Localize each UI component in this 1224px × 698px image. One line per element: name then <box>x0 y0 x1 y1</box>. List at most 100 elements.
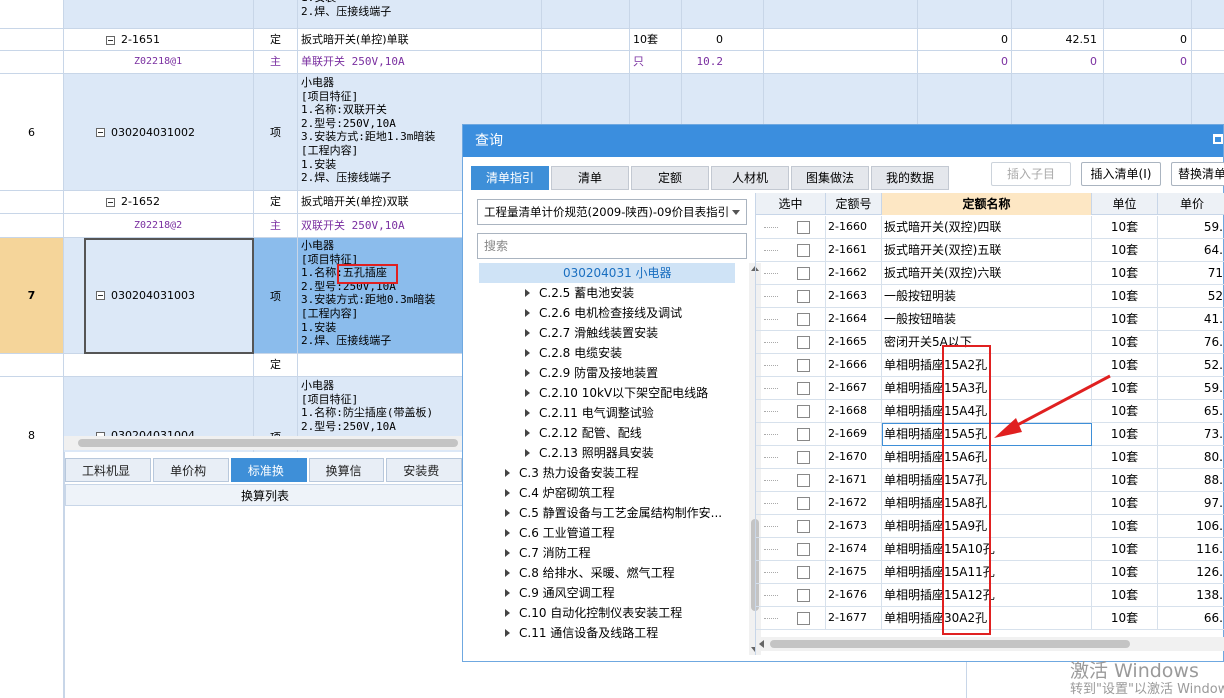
tab-install-fee[interactable]: 安装费用 <box>386 458 463 502</box>
quota-name[interactable]: 一般按钮明装 <box>882 285 1092 308</box>
table-row[interactable]: Z02218@1 主 单联开关 250V,10A 只 10.2 0 0 0 <box>0 51 1224 74</box>
collapse-icon[interactable] <box>106 35 115 45</box>
chevron-right-icon[interactable] <box>505 529 510 537</box>
chevron-right-icon[interactable] <box>505 509 510 517</box>
chevron-right-icon[interactable] <box>505 469 510 477</box>
chevron-right-icon[interactable] <box>525 449 530 457</box>
tree-node[interactable]: C.8 给排水、采暖、燃气工程 <box>479 563 735 583</box>
collapse-icon[interactable] <box>106 197 115 207</box>
chevron-right-icon[interactable] <box>525 309 530 317</box>
table-row[interactable]: 2-1651 定 扳式暗开关(单控)单联 10套 0 0 42.51 0 <box>0 29 1224 51</box>
tree-node[interactable]: C.5 静置设备与工艺金属结构制作安... <box>479 503 735 523</box>
select-checkbox[interactable] <box>797 221 810 234</box>
select-checkbox[interactable] <box>797 543 810 556</box>
tree-node[interactable]: C.2.13 照明器具安装 <box>479 443 735 463</box>
select-checkbox[interactable] <box>797 497 810 510</box>
item-name[interactable]: 扳式暗开关(单控)单联 <box>298 29 542 50</box>
table-row[interactable]: 2-1660 扳式暗开关(双控)四联 10套 59. <box>756 216 1224 239</box>
select-checkbox[interactable] <box>797 520 810 533</box>
item-name[interactable]: 单联开关 250V,10A <box>298 51 542 73</box>
tree-node[interactable]: C.10 自动化控制仪表安装工程 <box>479 603 735 623</box>
table-row[interactable]: 2-1662 扳式暗开关(双控)六联 10套 71 <box>756 262 1224 285</box>
code-cell[interactable]: 030204031002 <box>64 74 254 190</box>
tree-node[interactable]: C.2.6 电机检查接线及调试 <box>479 303 735 323</box>
tree-node[interactable]: C.11 通信设备及线路工程 <box>479 623 735 643</box>
select-checkbox[interactable] <box>797 359 810 372</box>
dialog-title-bar[interactable]: 查询 <box>463 125 1223 157</box>
quota-name[interactable]: 扳式暗开关(双控)四联 <box>882 216 1092 239</box>
table-row[interactable]: 2-1663 一般按钮明装 10套 52 <box>756 285 1224 308</box>
chevron-right-icon[interactable] <box>525 389 530 397</box>
tree-node[interactable]: C.2.10 10kV以下架空配电线路 <box>479 383 735 403</box>
table-row[interactable]: 2-1661 扳式暗开关(双控)五联 10套 64. <box>756 239 1224 262</box>
select-checkbox[interactable] <box>797 566 810 579</box>
tree-node[interactable]: C.2.11 电气调整试验 <box>479 403 735 423</box>
chevron-right-icon[interactable] <box>505 569 510 577</box>
chevron-right-icon[interactable] <box>525 429 530 437</box>
scrollbar-thumb[interactable] <box>770 640 1130 648</box>
material-code[interactable]: Z02218@1 <box>64 51 254 73</box>
select-checkbox[interactable] <box>797 267 810 280</box>
tree-node[interactable]: C.2.8 电缆安装 <box>479 343 735 363</box>
select-checkbox[interactable] <box>797 244 810 257</box>
tree-node[interactable]: C.4 炉窑砌筑工程 <box>479 483 735 503</box>
select-checkbox[interactable] <box>797 451 810 464</box>
standard-select[interactable]: 工程量清单计价规范(2009-陕西)-09价目表指引 <box>477 199 747 225</box>
insert-list-button[interactable]: 插入清单(I) <box>1081 162 1161 186</box>
tab-labor-material-machine[interactable]: 人材机 <box>711 166 789 190</box>
chevron-right-icon[interactable] <box>525 289 530 297</box>
chevron-right-icon[interactable] <box>505 609 510 617</box>
tab-atlas-method[interactable]: 图集做法 <box>791 166 869 190</box>
tab-my-data[interactable]: 我的数据 <box>871 166 949 190</box>
quota-name[interactable]: 扳式暗开关(双控)六联 <box>882 262 1092 285</box>
select-checkbox[interactable] <box>797 290 810 303</box>
chevron-right-icon[interactable] <box>505 589 510 597</box>
item-name[interactable]: 1.安装 2.焊、压接线端子 <box>298 0 542 28</box>
tab-standard-conversion[interactable]: 标准换算 <box>230 458 307 502</box>
tree-node[interactable]: C.3 热力设备安装工程 <box>479 463 735 483</box>
code-cell[interactable]: 030204031003 <box>64 238 254 353</box>
horizontal-scrollbar[interactable] <box>64 436 464 450</box>
select-checkbox[interactable] <box>797 589 810 602</box>
tree-node[interactable]: C.2.12 配管、配线 <box>479 423 735 443</box>
tree-node[interactable]: C.2.5 蓄电池安装 <box>479 283 735 303</box>
tree-node[interactable]: C.7 消防工程 <box>479 543 735 563</box>
select-checkbox[interactable] <box>797 405 810 418</box>
insert-child-button[interactable]: 插入子目 <box>991 162 1071 186</box>
select-checkbox[interactable] <box>797 336 810 349</box>
tab-list[interactable]: 清单 <box>551 166 629 190</box>
chevron-right-icon[interactable] <box>525 329 530 337</box>
maximize-icon[interactable] <box>1213 134 1223 144</box>
chevron-right-icon[interactable] <box>525 349 530 357</box>
code-cell[interactable] <box>64 354 254 376</box>
select-checkbox[interactable] <box>797 612 810 625</box>
replace-list-button[interactable]: 替换清单 <box>1171 162 1224 186</box>
collapse-icon[interactable] <box>96 291 105 300</box>
material-code[interactable]: Z02218@2 <box>64 214 254 237</box>
select-checkbox[interactable] <box>797 382 810 395</box>
select-checkbox[interactable] <box>797 474 810 487</box>
scroll-left-icon[interactable] <box>759 640 764 648</box>
code-cell[interactable]: 2-1651 <box>64 29 254 50</box>
tree-node[interactable]: C.2.9 防雷及接地装置 <box>479 363 735 383</box>
code-cell[interactable]: 2-1652 <box>64 191 254 213</box>
chevron-right-icon[interactable] <box>505 549 510 557</box>
chevron-right-icon[interactable] <box>525 409 530 417</box>
chevron-right-icon[interactable] <box>505 629 510 637</box>
tree-node[interactable]: C.2.7 滑触线装置安装 <box>479 323 735 343</box>
tab-conversion-info[interactable]: 换算信息 <box>308 458 385 502</box>
search-input[interactable]: 搜索 <box>477 233 747 259</box>
tree-node[interactable]: 030204031 小电器 <box>479 263 735 283</box>
scrollbar-thumb[interactable] <box>78 439 458 447</box>
horizontal-scrollbar[interactable] <box>756 637 1224 651</box>
select-checkbox[interactable] <box>797 428 810 441</box>
chevron-right-icon[interactable] <box>505 489 510 497</box>
table-row[interactable]: 1.安装 2.焊、压接线端子 <box>0 0 1224 29</box>
tab-material-display[interactable]: 工料机显示 <box>65 458 152 502</box>
tab-quota[interactable]: 定额 <box>631 166 709 190</box>
tree-node[interactable]: C.6 工业管道工程 <box>479 523 735 543</box>
select-checkbox[interactable] <box>797 313 810 326</box>
collapse-icon[interactable] <box>96 127 105 137</box>
tab-list-guide[interactable]: 清单指引 <box>471 166 549 190</box>
quota-name[interactable]: 扳式暗开关(双控)五联 <box>882 239 1092 262</box>
